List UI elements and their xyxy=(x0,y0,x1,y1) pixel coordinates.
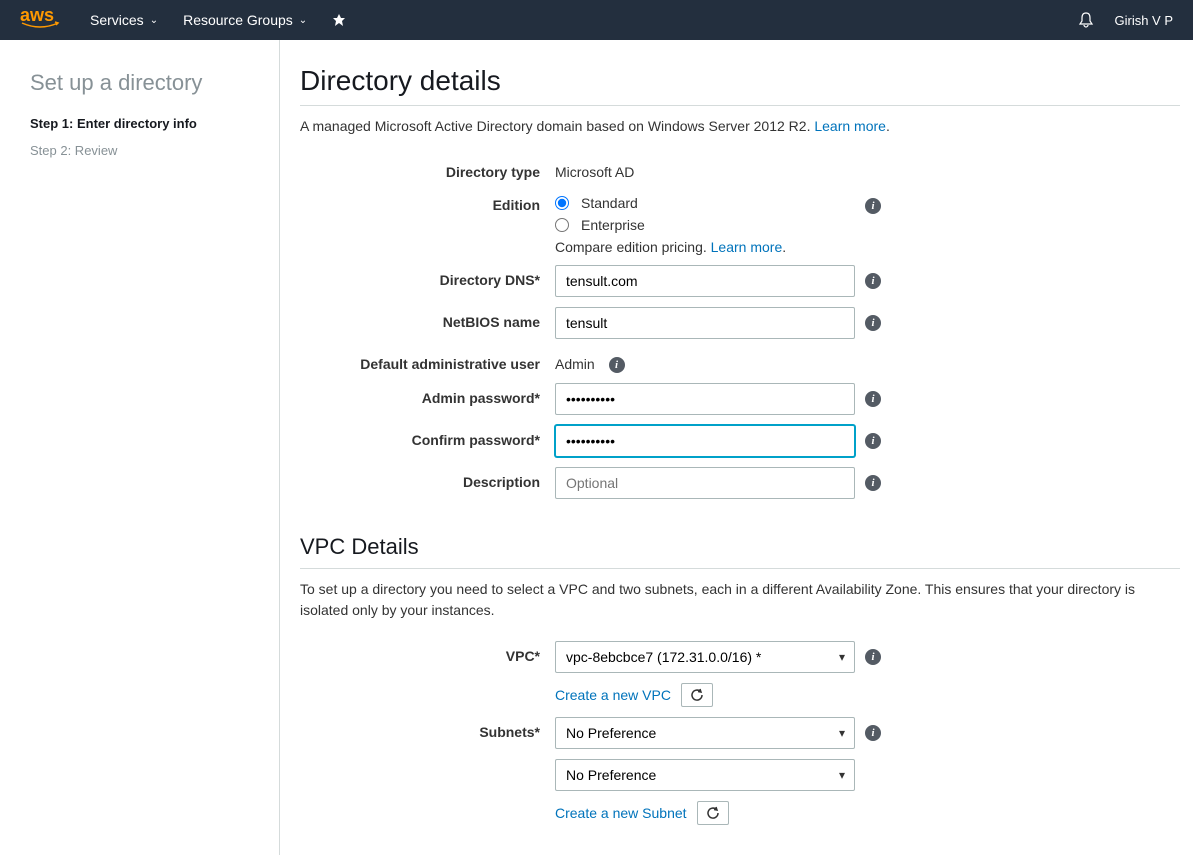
refresh-icon xyxy=(690,688,704,702)
setup-sidebar: Set up a directory Step 1: Enter directo… xyxy=(0,40,280,855)
main-content: Directory details A managed Microsoft Ac… xyxy=(280,40,1180,855)
admin-user-value: Admin i xyxy=(555,349,625,373)
subnets-label: Subnets* xyxy=(300,717,555,740)
logo-text: aws xyxy=(20,9,60,22)
subnet2-select[interactable]: No Preference xyxy=(555,759,855,791)
admin-user-label: Default administrative user xyxy=(300,349,555,372)
directory-type-value: Microsoft AD xyxy=(555,157,634,180)
info-icon[interactable]: i xyxy=(865,315,881,331)
info-icon[interactable]: i xyxy=(865,649,881,665)
vpc-select[interactable]: vpc-8ebcbce7 (172.31.0.0/16) * xyxy=(555,641,855,673)
confirm-password-label: Confirm password* xyxy=(300,425,555,448)
sidebar-title: Set up a directory xyxy=(30,70,259,96)
create-subnet-link[interactable]: Create a new Subnet xyxy=(555,805,687,821)
edition-enterprise-label: Enterprise xyxy=(581,217,645,233)
caret-down-icon: ⌄ xyxy=(299,15,307,26)
info-icon[interactable]: i xyxy=(609,357,625,373)
admin-password-label: Admin password* xyxy=(300,383,555,406)
nav-services[interactable]: Services ⌄ xyxy=(90,12,158,28)
nav-user[interactable]: Girish V P xyxy=(1114,13,1173,28)
create-vpc-link[interactable]: Create a new VPC xyxy=(555,687,671,703)
nav-resource-groups[interactable]: Resource Groups ⌄ xyxy=(183,12,307,28)
compare-learn-more-link[interactable]: Learn more xyxy=(711,239,783,255)
edition-standard-radio[interactable] xyxy=(555,196,569,210)
info-icon[interactable]: i xyxy=(865,391,881,407)
pin-icon[interactable] xyxy=(332,13,346,27)
refresh-icon xyxy=(706,806,720,820)
info-icon[interactable]: i xyxy=(865,433,881,449)
vpc-label: VPC* xyxy=(300,641,555,664)
logo-smile-icon xyxy=(20,21,60,31)
info-icon[interactable]: i xyxy=(865,273,881,289)
dns-input[interactable] xyxy=(555,265,855,297)
compare-pricing: Compare edition pricing. Learn more. xyxy=(555,239,855,255)
bell-icon[interactable] xyxy=(1078,12,1094,28)
edition-standard-label: Standard xyxy=(581,195,638,211)
page-desc: A managed Microsoft Active Directory dom… xyxy=(300,116,1180,137)
description-label: Description xyxy=(300,467,555,490)
step-2[interactable]: Step 2: Review xyxy=(30,143,259,158)
edition-label: Edition xyxy=(300,190,555,213)
caret-down-icon: ⌄ xyxy=(150,15,158,26)
refresh-vpc-button[interactable] xyxy=(681,683,713,707)
info-icon[interactable]: i xyxy=(865,475,881,491)
dns-label: Directory DNS* xyxy=(300,265,555,288)
subnet1-select[interactable]: No Preference xyxy=(555,717,855,749)
info-icon[interactable]: i xyxy=(865,198,881,214)
netbios-label: NetBIOS name xyxy=(300,307,555,330)
vpc-title: VPC Details xyxy=(300,534,1180,569)
netbios-input[interactable] xyxy=(555,307,855,339)
top-nav: aws Services ⌄ Resource Groups ⌄ Girish … xyxy=(0,0,1193,40)
confirm-password-input[interactable] xyxy=(555,425,855,457)
directory-type-label: Directory type xyxy=(300,157,555,180)
vpc-desc: To set up a directory you need to select… xyxy=(300,579,1180,621)
aws-logo[interactable]: aws xyxy=(20,9,60,32)
learn-more-link[interactable]: Learn more xyxy=(814,118,886,134)
page-title: Directory details xyxy=(300,65,1180,106)
description-input[interactable] xyxy=(555,467,855,499)
admin-password-input[interactable] xyxy=(555,383,855,415)
refresh-subnet-button[interactable] xyxy=(697,801,729,825)
edition-enterprise-radio[interactable] xyxy=(555,218,569,232)
step-1[interactable]: Step 1: Enter directory info xyxy=(30,116,259,131)
info-icon[interactable]: i xyxy=(865,725,881,741)
